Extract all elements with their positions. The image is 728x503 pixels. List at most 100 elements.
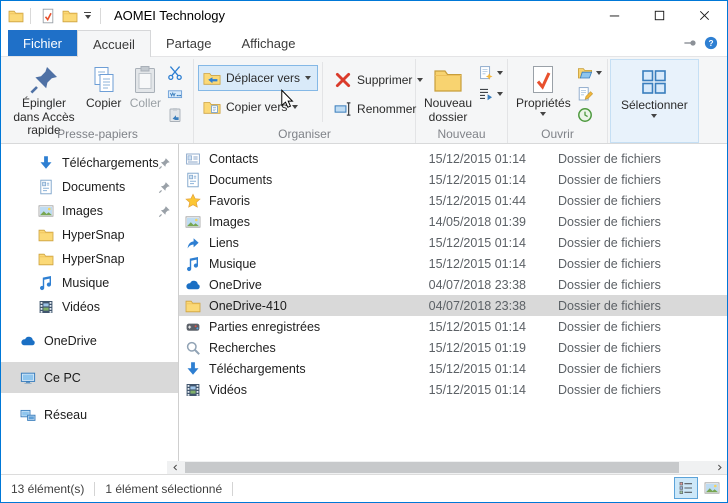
properties-button[interactable]: Propriétés (512, 60, 575, 118)
sidebar-item-label: Vidéos (62, 300, 100, 314)
close-button[interactable] (682, 1, 727, 30)
items-count: 13 élément(s) (11, 481, 85, 496)
hscroll-track[interactable] (167, 461, 727, 474)
pin-ribbon-icon[interactable] (683, 36, 697, 50)
file-type: Dossier de fichiers (558, 172, 661, 187)
pushpin-icon (28, 64, 60, 96)
download-icon (38, 155, 54, 171)
file-row-liens[interactable]: Liens 15/12/2015 01:14 Dossier de fichiers (179, 232, 727, 253)
move-to-button[interactable]: Déplacer vers (198, 65, 319, 91)
file-date: 15/12/2015 01:14 (428, 235, 526, 250)
thumbnails-view-icon (704, 480, 720, 496)
download-icon (185, 361, 201, 377)
file-row-musique[interactable]: Musique 15/12/2015 01:14 Dossier de fichie… (179, 253, 727, 274)
sidebar-item-label: Musique (62, 276, 110, 290)
paste-button[interactable]: Coller (125, 60, 165, 113)
move-to-label: Déplacer vers (226, 71, 301, 85)
new-item-button[interactable] (476, 64, 505, 82)
tab-accueil[interactable]: Accueil (77, 30, 151, 57)
file-name: Contacts (209, 151, 259, 166)
sidebar-item-reseau[interactable]: Réseau (1, 399, 178, 430)
file-row-documents[interactable]: Documents 15/12/2015 01:14 Dossier de fich… (179, 169, 727, 190)
qat-caret-bar (84, 12, 91, 13)
tab-fichier[interactable]: Fichier (8, 30, 78, 56)
file-row-images[interactable]: Images 14/05/2018 01:39 Dossier de fichier… (179, 211, 727, 232)
file-row-telechargements[interactable]: Téléchargements 15/12/2015 01:14 Dossier d… (179, 358, 727, 379)
new-folder-button[interactable]: Nouveau dossier (420, 60, 476, 126)
sidebar-item-onedrive[interactable]: OneDrive (1, 325, 178, 356)
thumbnails-view-button[interactable] (700, 477, 724, 499)
properties-check-icon (40, 8, 56, 24)
onedrive-icon (20, 333, 36, 349)
sidebar-item-hypersnap-1[interactable]: HyperSnap (1, 223, 178, 247)
properties-label: Propriétés (516, 96, 571, 110)
file-date: 04/07/2018 23:38 (428, 298, 526, 313)
sidebar-item-hypersnap-2[interactable]: HyperSnap (1, 247, 178, 271)
paste-label: Coller (129, 96, 162, 110)
music-icon (38, 275, 54, 291)
file-date: 15/12/2015 01:14 (428, 172, 526, 187)
paste-shortcut-button[interactable] (165, 106, 185, 124)
easy-access-button[interactable] (476, 85, 505, 103)
title-bar: AOMEI Technology (1, 1, 727, 30)
link-icon (185, 235, 201, 251)
copy-button[interactable]: Copier (82, 60, 125, 113)
open-button[interactable] (575, 64, 604, 82)
delete-rename-stack: Supprimer Renommer (322, 62, 430, 122)
video-icon (185, 382, 201, 398)
sidebar-item-documents[interactable]: Documents (1, 175, 178, 199)
selection-count: 1 élément sélectionné (105, 481, 223, 496)
file-name: Vidéos (209, 382, 247, 397)
file-name: Images (209, 214, 250, 229)
qat-properties-button[interactable] (37, 7, 59, 25)
file-row-parties-enregistrees[interactable]: Parties enregistrées 15/12/2015 01:14 Doss… (179, 316, 727, 337)
file-date: 15/12/2015 01:14 (428, 256, 526, 271)
qat-separator (30, 7, 31, 24)
cut-button[interactable] (165, 64, 185, 82)
copy-path-button[interactable] (165, 85, 185, 103)
edit-button[interactable] (575, 85, 604, 103)
minimize-button[interactable] (592, 1, 637, 30)
copy-to-folder-icon (203, 98, 221, 116)
file-row-favoris[interactable]: Favoris 15/12/2015 01:44 Dossier de fichie… (179, 190, 727, 211)
file-name: Musique (209, 256, 257, 271)
content-area: Téléchargements Documents Images HyperSn… (1, 144, 727, 461)
scroll-left-arrow[interactable] (167, 461, 183, 474)
sidebar-item-telechargements[interactable]: Téléchargements (1, 151, 178, 175)
new-folder-label: Nouveau dossier (423, 96, 473, 124)
hscroll-thumb[interactable] (185, 462, 679, 473)
select-button[interactable]: Sélectionner (617, 61, 692, 120)
pin-icon (158, 205, 171, 218)
file-row-onedrive[interactable]: OneDrive 04/07/2018 23:38 Dossier de fichi… (179, 274, 727, 295)
maximize-button[interactable] (637, 1, 682, 30)
history-button[interactable] (575, 106, 604, 124)
file-row-videos[interactable]: Vidéos 15/12/2015 01:14 Dossier de fichier… (179, 379, 727, 400)
copy-to-button[interactable]: Copier vers (198, 94, 318, 120)
new-folder-icon (432, 64, 464, 96)
sidebar-item-label: OneDrive (44, 333, 97, 348)
tab-affichage[interactable]: Affichage (226, 30, 310, 56)
qat-new-folder-button[interactable] (59, 7, 81, 25)
file-row-contacts[interactable]: Contacts 15/12/2015 01:14 Dossier de fichi… (179, 148, 727, 169)
pin-icon (158, 157, 171, 170)
file-date: 15/12/2015 01:14 (428, 151, 526, 166)
sidebar-item-musique[interactable]: Musique (1, 271, 178, 295)
file-row-onedrive-410[interactable]: OneDrive-410 04/07/2018 23:38 Dossier de f… (179, 295, 727, 316)
help-icon[interactable] (704, 36, 718, 50)
sidebar-item-images[interactable]: Images (1, 199, 178, 223)
sidebar-item-videos[interactable]: Vidéos (1, 295, 178, 319)
file-row-recherches[interactable]: Recherches 15/12/2015 01:19 Dossier de fic… (179, 337, 727, 358)
tab-partage[interactable]: Partage (151, 30, 227, 56)
delete-x-icon (334, 71, 352, 89)
scroll-right-arrow[interactable] (711, 461, 727, 474)
file-type: Dossier de fichiers (558, 361, 661, 376)
qat-customize-button[interactable] (84, 12, 91, 19)
image-icon (38, 203, 54, 219)
details-view-button[interactable] (674, 477, 698, 499)
file-date: 15/12/2015 01:14 (428, 361, 526, 376)
sidebar-item-label: Images (62, 204, 103, 218)
sidebar-item-ce-pc[interactable]: Ce PC (1, 362, 178, 393)
group-label-new: Nouveau (437, 127, 486, 141)
file-name: OneDrive (209, 277, 262, 292)
close-icon (699, 10, 710, 21)
